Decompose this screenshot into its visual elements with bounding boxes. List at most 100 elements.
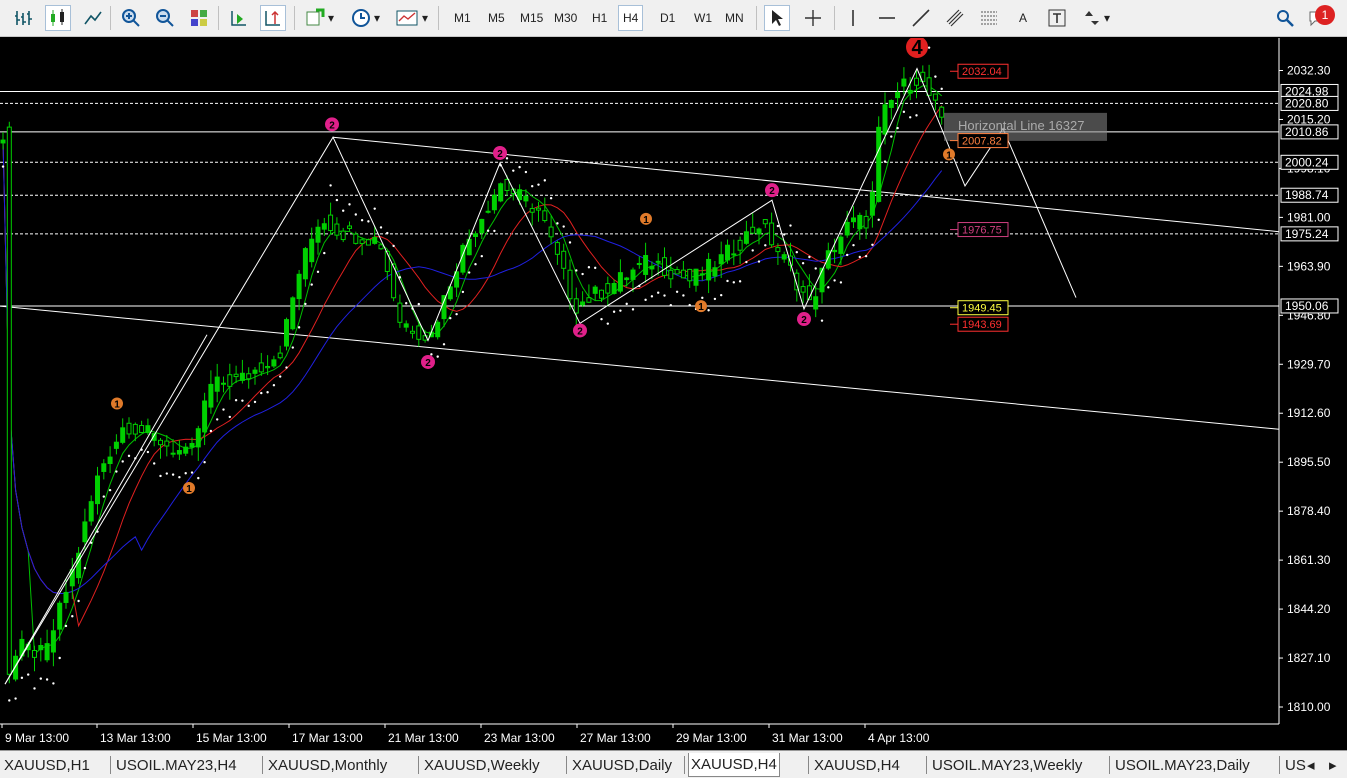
- tab-scroll-left-icon[interactable]: ◂: [1305, 753, 1317, 777]
- sar-dot: [568, 241, 572, 244]
- chart-tab[interactable]: USOIL.MAY23,Daily: [1113, 753, 1252, 777]
- chevron-down-icon[interactable]: ▾: [420, 5, 430, 31]
- crosshair-icon[interactable]: [800, 5, 826, 31]
- candle-body: [863, 215, 869, 229]
- candlestick-chart-icon[interactable]: [45, 5, 71, 31]
- chevron-down-icon[interactable]: ▾: [1102, 5, 1112, 31]
- timeframe-m5[interactable]: M5: [484, 5, 509, 31]
- timeframe-m1[interactable]: M1: [450, 5, 475, 31]
- sar-dot: [58, 656, 61, 660]
- text-label-icon[interactable]: [1044, 5, 1070, 31]
- wave-number: 2: [769, 186, 775, 197]
- price-axis-text: 1950.06: [1285, 299, 1329, 313]
- order-level-label: 2007.82: [950, 133, 1009, 149]
- candle: [410, 325, 415, 339]
- sar-dot: [14, 697, 17, 700]
- candle: [328, 202, 334, 234]
- candle: [699, 266, 705, 281]
- line-chart-icon[interactable]: [80, 5, 106, 31]
- x-tick: 9 Mar 13:00: [1, 724, 69, 745]
- x-tick: 4 Apr 13:00: [864, 724, 930, 745]
- candle: [926, 64, 932, 97]
- price-axis-label: 2020.80: [1280, 95, 1339, 111]
- candle-body: [189, 443, 195, 448]
- wave-label: 1: [695, 300, 707, 313]
- candle: [378, 244, 384, 250]
- text-tool-icon[interactable]: A: [1010, 5, 1036, 31]
- candle-body: [246, 373, 252, 380]
- chart-tab[interactable]: XAUUSD,Weekly: [422, 753, 542, 777]
- tab-scroll-right-icon[interactable]: ▸: [1327, 753, 1339, 777]
- price-chart[interactable]: Horizontal Line 16327 4 2 2 2 2 2 2 1 1 1 1 1 2032.0…: [0, 38, 1347, 748]
- candle-body: [926, 77, 932, 96]
- y-tick-label: 1878.40: [1287, 504, 1331, 518]
- candle: [674, 266, 680, 275]
- candle-body: [328, 214, 334, 232]
- sar-dot: [203, 461, 206, 464]
- candle-body: [63, 591, 69, 603]
- timeframe-m15[interactable]: M15: [516, 5, 547, 31]
- price-axis-label: 2000.24: [1280, 154, 1339, 170]
- bar-chart-icon[interactable]: [10, 5, 36, 31]
- sar-dot: [934, 75, 937, 78]
- sar-dot: [801, 261, 805, 265]
- arrows-icon[interactable]: [1078, 5, 1104, 31]
- sar-dot: [449, 316, 452, 320]
- sar-dot: [216, 418, 219, 421]
- chart-shift-icon[interactable]: [260, 5, 286, 31]
- chart-tab[interactable]: USOIL.MAY23,Weekly: [930, 753, 1084, 777]
- candle-body: [756, 228, 762, 235]
- indicators-icon[interactable]: [302, 5, 328, 31]
- sar-dot: [247, 404, 250, 408]
- vertical-line-icon[interactable]: [840, 5, 866, 31]
- timeframe-m30[interactable]: M30: [550, 5, 581, 31]
- templates-icon[interactable]: [394, 5, 420, 31]
- timeframe-w1[interactable]: W1: [690, 5, 716, 31]
- chart-tab[interactable]: XAUUSD,Daily: [570, 753, 674, 777]
- sar-dot: [222, 408, 225, 411]
- chart-tab[interactable]: USOIL.MAY23,H4: [114, 753, 239, 777]
- candle: [50, 619, 56, 667]
- sar-dot: [688, 303, 691, 307]
- auto-scroll-icon[interactable]: [226, 5, 252, 31]
- tab-separator: [926, 756, 927, 774]
- timeframe-mn[interactable]: MN: [721, 5, 748, 31]
- timeframe-d1[interactable]: D1: [656, 5, 679, 31]
- candle-body: [649, 265, 655, 270]
- chart-tab[interactable]: XAUUSD,H1: [2, 753, 92, 777]
- equidistant-channel-icon[interactable]: [942, 5, 968, 31]
- chevron-down-icon[interactable]: ▾: [372, 5, 382, 31]
- candle-body: [485, 210, 491, 213]
- candle-body: [693, 268, 699, 286]
- chart-tab[interactable]: XAUUSD,H4: [812, 753, 902, 777]
- trendline-icon[interactable]: [908, 5, 934, 31]
- candle-body: [365, 239, 371, 246]
- timeframe-h4[interactable]: H4: [618, 5, 644, 31]
- chart-tab[interactable]: XAUUSD,Monthly: [266, 753, 389, 777]
- zoom-in-icon[interactable]: [118, 5, 144, 31]
- candle: [580, 291, 586, 307]
- periods-clock-icon[interactable]: [348, 5, 374, 31]
- horizontal-line-icon[interactable]: [874, 5, 900, 31]
- fibonacci-icon[interactable]: [976, 5, 1002, 31]
- zoom-out-icon[interactable]: [152, 5, 178, 31]
- sar-dot: [581, 272, 584, 276]
- candle: [233, 365, 239, 384]
- tile-windows-icon[interactable]: [186, 5, 212, 31]
- x-tick-label: 23 Mar 13:00: [484, 731, 555, 745]
- notification-badge[interactable]: 1: [1315, 5, 1335, 25]
- candle-body: [882, 104, 888, 135]
- sar-dot: [757, 260, 761, 263]
- x-tick: 31 Mar 13:00: [768, 724, 843, 745]
- x-tick-label: 15 Mar 13:00: [196, 731, 267, 745]
- candle-body: [227, 374, 233, 387]
- wave-label: 1: [640, 212, 652, 226]
- candle: [158, 437, 163, 459]
- timeframe-h1[interactable]: H1: [588, 5, 611, 31]
- sar-dot: [102, 495, 106, 498]
- search-icon[interactable]: [1272, 5, 1298, 31]
- sar-dot: [335, 198, 339, 202]
- cursor-arrow-icon[interactable]: [764, 5, 790, 31]
- chart-tab[interactable]: XAUUSD,H4: [688, 753, 780, 777]
- chevron-down-icon[interactable]: ▾: [326, 5, 336, 31]
